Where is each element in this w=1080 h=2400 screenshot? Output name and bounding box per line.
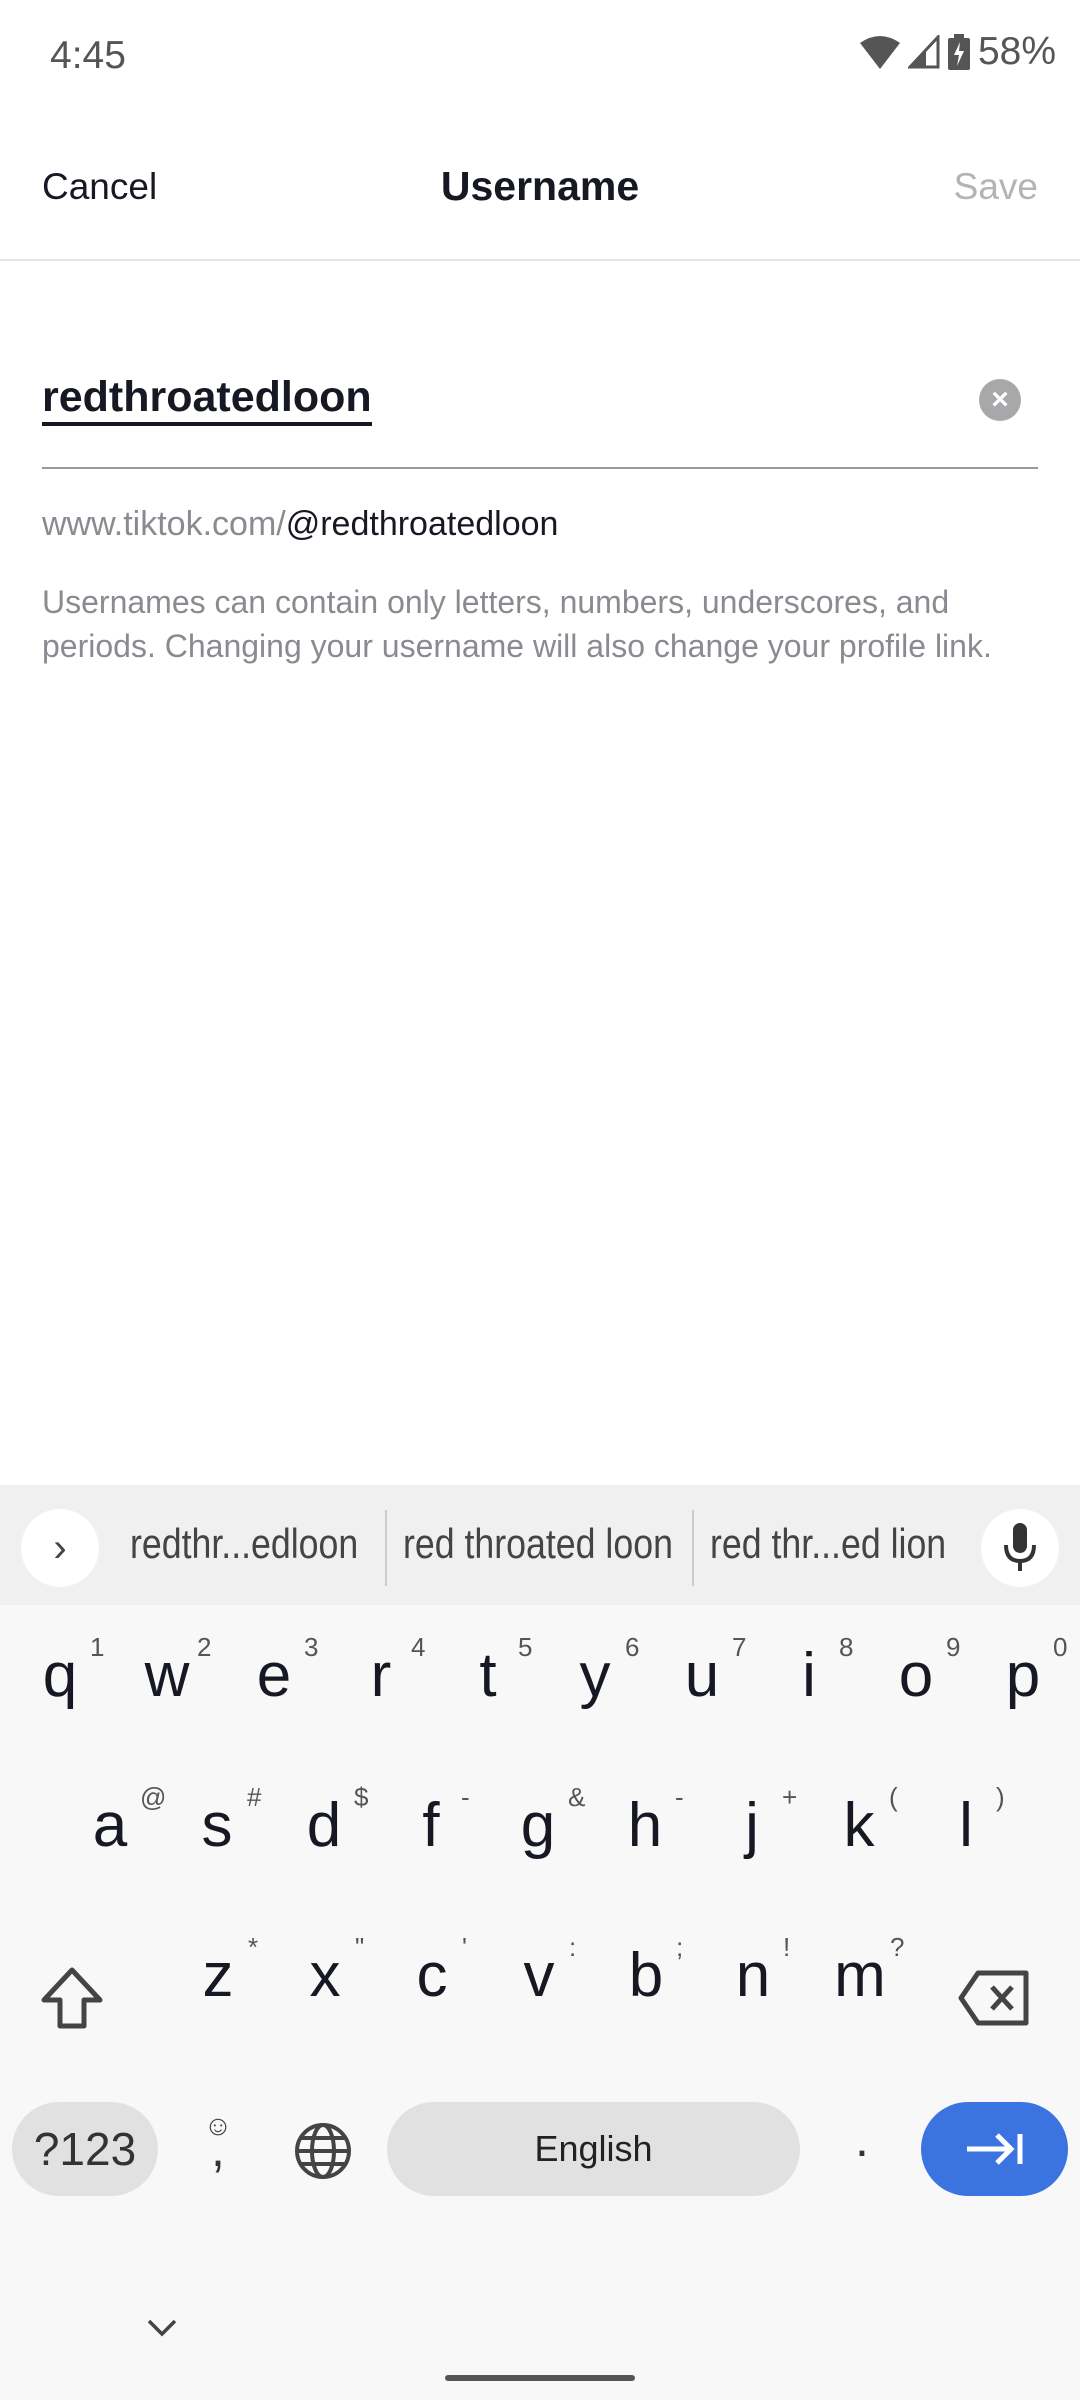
page-title: Username <box>440 163 640 209</box>
symbols-key[interactable]: ?123 <box>12 2102 158 2196</box>
key-hint: @ <box>140 1782 167 1812</box>
key-hint: ( <box>889 1782 898 1812</box>
suggestion-divider <box>385 1510 387 1586</box>
suggestion-1[interactable]: redthr...edloon <box>130 1520 358 1568</box>
key-hint: 8 <box>839 1632 854 1662</box>
comma-key[interactable]: , <box>196 2120 240 2178</box>
hide-keyboard-chevron-icon[interactable] <box>146 2318 178 2343</box>
key-hint: # <box>247 1782 262 1812</box>
space-key[interactable]: English <box>387 2102 800 2196</box>
battery-percent: 58% <box>977 30 1056 73</box>
key-hint: 4 <box>411 1632 426 1662</box>
key-hint: 7 <box>732 1632 747 1662</box>
header-divider <box>0 259 1080 261</box>
key-hint: ) <box>996 1782 1005 1812</box>
key-hint: 9 <box>946 1632 961 1662</box>
help-text: Usernames can contain only letters, numb… <box>42 584 992 664</box>
key-hint: 1 <box>90 1632 105 1662</box>
key-hint: ' <box>462 1932 467 1962</box>
key-hint: ? <box>890 1932 905 1962</box>
suggestion-3[interactable]: red thr...ed lion <box>710 1520 946 1568</box>
save-button[interactable]: Save <box>954 166 1038 208</box>
key-hint: * <box>248 1932 259 1962</box>
tab-next-icon <box>966 2133 1022 2165</box>
username-input[interactable]: redthroatedloon <box>42 372 372 426</box>
status-time: 4:45 <box>50 34 126 77</box>
key-hint: 3 <box>304 1632 319 1662</box>
key-c[interactable]: c <box>382 1940 482 2011</box>
wifi-icon <box>859 36 900 69</box>
key-hint: 0 <box>1053 1632 1068 1662</box>
shift-icon[interactable] <box>40 1966 104 2035</box>
microphone-icon[interactable] <box>981 1509 1059 1587</box>
expand-chevron-icon[interactable]: › <box>21 1509 99 1587</box>
key-hint: + <box>782 1782 798 1812</box>
key-hint: " <box>355 1932 365 1962</box>
backspace-icon[interactable] <box>958 1970 1030 2031</box>
url-handle: @redthroatedloon <box>285 505 559 543</box>
suggestion-2[interactable]: red throated loon <box>403 1520 673 1568</box>
next-key[interactable] <box>921 2102 1068 2196</box>
period-key[interactable]: . <box>840 2110 884 2168</box>
navigation-handle[interactable] <box>445 2375 635 2381</box>
key-hint: 6 <box>625 1632 640 1662</box>
key-hint: - <box>675 1782 684 1812</box>
battery-charging-icon <box>947 34 970 70</box>
url-prefix: www.tiktok.com/ <box>42 505 286 543</box>
key-hint: & <box>568 1782 586 1812</box>
suggestion-divider <box>692 1510 694 1586</box>
key-hint: - <box>461 1782 470 1812</box>
status-icons: 58% <box>859 30 1056 74</box>
key-hint: ! <box>783 1932 791 1962</box>
profile-url: www.tiktok.com/@redthroatedloon <box>42 505 558 544</box>
key-hint: : <box>569 1932 577 1962</box>
key-hint: $ <box>354 1782 369 1812</box>
key-hint: 5 <box>518 1632 533 1662</box>
input-underline <box>42 467 1038 469</box>
clear-input-icon[interactable]: × <box>979 379 1021 421</box>
key-hint: 2 <box>197 1632 212 1662</box>
key-hint: ; <box>676 1932 684 1962</box>
signal-icon <box>907 35 940 69</box>
globe-icon[interactable] <box>294 2122 352 2185</box>
